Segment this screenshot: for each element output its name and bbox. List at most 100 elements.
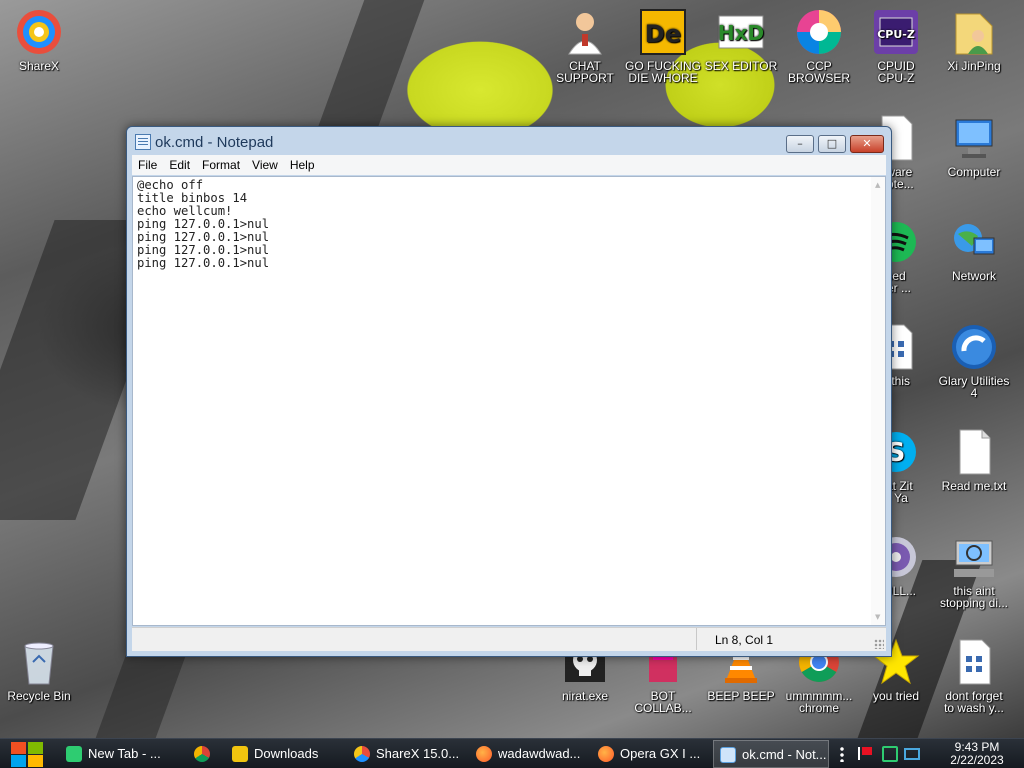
chrome-icon [194, 746, 210, 762]
desktop-icon-sex-editor[interactable]: HxD SEX EDITOR [703, 8, 779, 72]
desktop-icon-label: Recycle Bin [7, 689, 71, 703]
desktop-icon-label: Xi JinPing [947, 59, 1001, 73]
new-tab-icon [66, 746, 82, 762]
search-computer-icon [950, 533, 998, 581]
text-editor[interactable]: @echo off title binbos 14 echo wellcum! … [132, 176, 886, 626]
taskbar-item-chrome[interactable] [182, 740, 222, 768]
sharex-icon [15, 8, 63, 56]
glary-icon [950, 323, 998, 371]
svg-text:CPU-Z: CPU-Z [877, 28, 915, 41]
desktop-icon-label: CHAT SUPPORT [556, 59, 614, 85]
clock[interactable]: 9:43 PM 2/22/2023 [938, 741, 1016, 767]
svg-text:De: De [645, 20, 681, 48]
desktop-icon-xi-jinping[interactable]: Xi JinPing [936, 8, 1012, 72]
svg-text:HxD: HxD [718, 21, 764, 45]
desktop-icon-recycle-bin[interactable]: Recycle Bin [1, 638, 77, 702]
network-icon [950, 218, 998, 266]
cursor-position: Ln 8, Col 1 [696, 628, 874, 650]
folder-icon [232, 746, 248, 762]
desktop-icon-go-die[interactable]: De GO FUCKING DIE WHORE [625, 8, 701, 84]
desktop-icon-label: Network [951, 269, 996, 283]
de-icon: De [639, 8, 687, 56]
clock-date: 2/22/2023 [950, 753, 1004, 767]
firefox-icon [476, 746, 492, 762]
desktop-icon-network[interactable]: Network [936, 218, 1012, 282]
minimize-button[interactable]: – [786, 135, 814, 153]
doctor-icon [561, 8, 609, 56]
status-bar: Ln 8, Col 1 [132, 627, 886, 651]
desktop-icon-label: Computer [947, 165, 1001, 179]
desktop-icon-label: BOT COLLAB... [634, 689, 692, 715]
desktop-icon-glary[interactable]: Glary Utilities 4 [936, 323, 1012, 399]
taskbar-item-label: ShareX 15.0... [376, 746, 460, 761]
window-title: ok.cmd - Notepad [155, 134, 274, 151]
desktop-icon-label: ShareX [18, 59, 60, 73]
start-button[interactable] [8, 741, 48, 767]
text-file-icon [950, 428, 998, 476]
more-options-icon[interactable] [840, 746, 844, 762]
maximize-button[interactable]: □ [818, 135, 846, 153]
desktop-icon-chat-support[interactable]: CHAT SUPPORT [547, 8, 623, 84]
desktop-icon-label: BEEP BEEP [707, 689, 775, 703]
desktop-icon-sharex[interactable]: ShareX [1, 8, 77, 72]
taskbar-item-sharex[interactable]: ShareX 15.0... [348, 740, 466, 768]
desktop-icon-label: GO FUCKING DIE WHORE [625, 59, 702, 85]
computer-icon [950, 114, 998, 162]
taskbar-item-firefox-1[interactable]: wadawdwad... [470, 740, 588, 768]
scroll-up-icon[interactable]: ▲ [875, 181, 880, 189]
taskbar-item-downloads[interactable]: Downloads [226, 740, 344, 768]
vertical-scrollbar[interactable]: ▲ ▼ [871, 177, 885, 625]
desktop-icon-ccp-browser[interactable]: CCP BROWSER [781, 8, 857, 84]
desktop-icon-this-aint[interactable]: this aint stopping di... [936, 533, 1012, 609]
taskbar-item-label: Opera GX I ... [620, 746, 701, 761]
desktop-icon-dont-forget[interactable]: dont forget to wash y... [936, 638, 1012, 714]
desktop-icon-readme[interactable]: Read me.txt [936, 428, 1012, 492]
desktop-icon-label: Read me.txt [941, 479, 1007, 493]
cpuz-icon: CPU-Z [872, 8, 920, 56]
desktop-icon-computer[interactable]: Computer [936, 114, 1012, 178]
desktop-icon-cpuz[interactable]: CPU-Z CPUID CPU-Z [858, 8, 934, 84]
notepad-icon [720, 747, 736, 763]
taskbar-item-label: ok.cmd - Not... [742, 747, 827, 762]
desktop-icon-label: ummmmm... chrome [785, 689, 853, 715]
editor-content[interactable]: @echo off title binbos 14 echo wellcum! … [137, 179, 857, 619]
menu-edit[interactable]: Edit [163, 155, 196, 172]
title-bar[interactable]: ok.cmd - Notepad – □ ✕ [127, 127, 891, 155]
desktop-icon-label: dont forget to wash y... [944, 689, 1004, 715]
menu-view[interactable]: View [246, 155, 284, 172]
desktop-icon-label: this aint stopping di... [939, 584, 1009, 610]
ccp-browser-icon [795, 8, 843, 56]
monitor-icon[interactable] [882, 746, 898, 762]
system-tray: 9:43 PM 2/22/2023 [834, 739, 1024, 768]
flag-icon[interactable] [858, 747, 872, 760]
network-status-icon[interactable] [904, 748, 920, 760]
taskbar-item-label: New Tab - ... [88, 746, 161, 761]
menu-help[interactable]: Help [284, 155, 321, 172]
taskbar-item-firefox-2[interactable]: Opera GX I ... [592, 740, 710, 768]
menu-format[interactable]: Format [196, 155, 246, 172]
taskbar-item-new-tab[interactable]: New Tab - ... [60, 740, 178, 768]
notepad-window[interactable]: ok.cmd - Notepad – □ ✕ File Edit Format Vie… [126, 126, 892, 657]
user-folder-icon [950, 8, 998, 56]
scroll-down-icon[interactable]: ▼ [875, 613, 880, 621]
doc-grid-icon [950, 638, 998, 686]
desktop-icon-label: nirat.exe [561, 689, 609, 703]
hxd-icon: HxD [717, 8, 765, 56]
firefox-icon [598, 746, 614, 762]
resize-grip-icon[interactable] [874, 639, 884, 649]
desktop-icon-label: CPUID CPU-Z [877, 59, 915, 85]
taskbar-item-notepad[interactable]: ok.cmd - Not... [713, 740, 829, 768]
desktop-icon-label: you tried [872, 689, 920, 703]
desktop-icon-label: Glary Utilities 4 [938, 374, 1010, 400]
taskbar-item-label: wadawdwad... [498, 746, 581, 761]
windows-logo-icon [11, 742, 26, 754]
notepad-icon [135, 134, 151, 150]
taskbar-item-label: Downloads [254, 746, 319, 761]
desktop-icon-label: SEX EDITOR [704, 59, 778, 73]
desktop-icon-label: CCP BROWSER [787, 59, 850, 85]
close-button[interactable]: ✕ [850, 135, 884, 153]
menu-file[interactable]: File [132, 155, 163, 172]
recycle-bin-icon [15, 638, 63, 686]
taskbar: New Tab - ... Downloads ShareX 15.0... w… [0, 738, 1024, 768]
sharex-icon [354, 746, 370, 762]
